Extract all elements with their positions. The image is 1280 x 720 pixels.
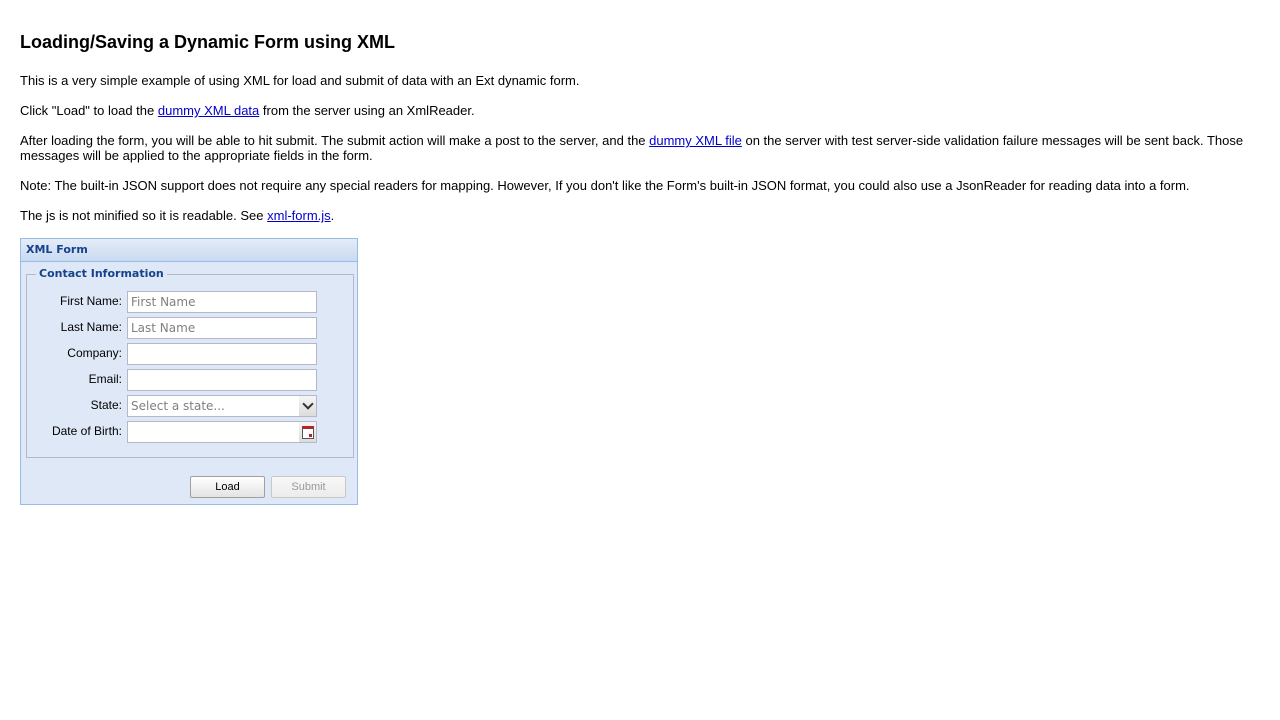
first-name-input[interactable] [127, 291, 317, 313]
dob-label: Date of Birth: [51, 424, 122, 438]
dob-row: Date of Birth: [27, 421, 347, 443]
email-row: Email: [27, 369, 347, 391]
load-instructions-text-before: Click "Load" to load the [20, 103, 158, 118]
last-name-label: Last Name: [60, 320, 122, 334]
load-instructions-paragraph: Click "Load" to load the dummy XML data … [20, 103, 1260, 118]
fieldset-legend: Contact Information [36, 267, 167, 280]
submit-button[interactable]: Submit [271, 476, 346, 498]
source-paragraph: The js is not minified so it is readable… [20, 208, 1260, 223]
load-button[interactable]: Load [190, 476, 265, 498]
calendar-icon [301, 425, 314, 439]
note-paragraph: Note: The built-in JSON support does not… [20, 178, 1190, 193]
panel-header: XML Form [21, 239, 357, 262]
page-title: Loading/Saving a Dynamic Form using XML [20, 32, 396, 52]
first-name-row: First Name: [27, 291, 347, 313]
dummy-xml-file-link[interactable]: dummy XML file [649, 133, 742, 148]
state-combo-input[interactable] [127, 395, 300, 417]
state-row: State: [27, 395, 347, 417]
submit-instructions-text-before: After loading the form, you will be able… [20, 133, 650, 148]
source-text-after: . [330, 208, 335, 223]
dummy-xml-data-link[interactable]: dummy XML data [158, 103, 259, 118]
email-input[interactable] [127, 369, 317, 391]
state-label: State: [90, 398, 122, 412]
company-label: Company: [67, 346, 122, 360]
last-name-row: Last Name: [27, 317, 347, 339]
chevron-down-icon [301, 398, 314, 410]
email-label: Email: [88, 372, 122, 386]
contact-information-fieldset: Contact Information First Name: Last Nam… [26, 267, 354, 458]
intro-paragraph: This is a very simple example of using X… [20, 73, 580, 88]
company-input[interactable] [127, 343, 317, 365]
xml-form-js-link[interactable]: xml-form.js [267, 208, 331, 223]
submit-instructions-paragraph: After loading the form, you will be able… [20, 133, 1260, 163]
load-instructions-text-after: from the server using an XmlReader. [259, 103, 475, 118]
company-row: Company: [27, 343, 347, 365]
state-dropdown-trigger[interactable] [299, 395, 317, 417]
dob-input[interactable] [127, 421, 300, 443]
last-name-input[interactable] [127, 317, 317, 339]
xml-form-panel: XML Form Contact Information First Name:… [20, 238, 358, 505]
first-name-label: First Name: [59, 294, 122, 308]
source-text-before: The js is not minified so it is readable… [20, 208, 268, 223]
dob-date-picker-trigger[interactable] [299, 421, 317, 443]
